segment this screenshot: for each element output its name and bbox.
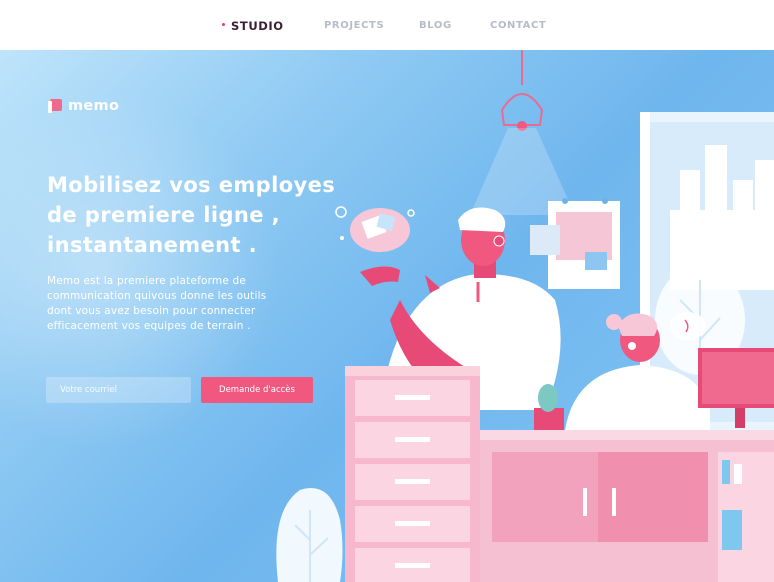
- hero-section: memo Mobilisez vos employes de premiere …: [0, 50, 774, 582]
- description-line-2: communication quivous donne les outils: [47, 290, 267, 302]
- lamp-illustration: [470, 50, 575, 215]
- nav-item-contact[interactable]: CONTACT: [490, 20, 546, 31]
- brand-name: memo: [68, 98, 120, 114]
- nav-item-studio[interactable]: STUDIO: [222, 19, 284, 33]
- headline-line-1: Mobilisez vos employes: [47, 173, 336, 197]
- hero-headline: Mobilisez vos employes de premiere ligne…: [47, 170, 377, 260]
- headline-line-2: de premiere ligne ,: [47, 203, 280, 227]
- brand-logo[interactable]: memo: [48, 98, 119, 114]
- description-line-3: dont vous avez besoin pour connecter: [47, 305, 256, 317]
- description-line-1: Memo est la premiere plateforme de: [47, 275, 247, 287]
- plant-left-illustration: [276, 488, 343, 582]
- request-access-button[interactable]: Demande d'accès: [201, 377, 313, 403]
- email-input[interactable]: [46, 377, 191, 403]
- headline-line-3: instantanement .: [47, 233, 258, 257]
- nav-item-projects[interactable]: PROJECTS: [324, 20, 384, 31]
- description-line-4: efficacement vos equipes de terrain .: [47, 320, 251, 332]
- active-dot-icon: [222, 23, 225, 26]
- nav-item-blog[interactable]: BLOG: [419, 20, 452, 31]
- hero-description: Memo est la premiere plateforme de commu…: [47, 274, 317, 334]
- top-navigation: STUDIO PROJECTS BLOG CONTACT: [0, 0, 774, 50]
- memo-logo-icon: [48, 99, 62, 113]
